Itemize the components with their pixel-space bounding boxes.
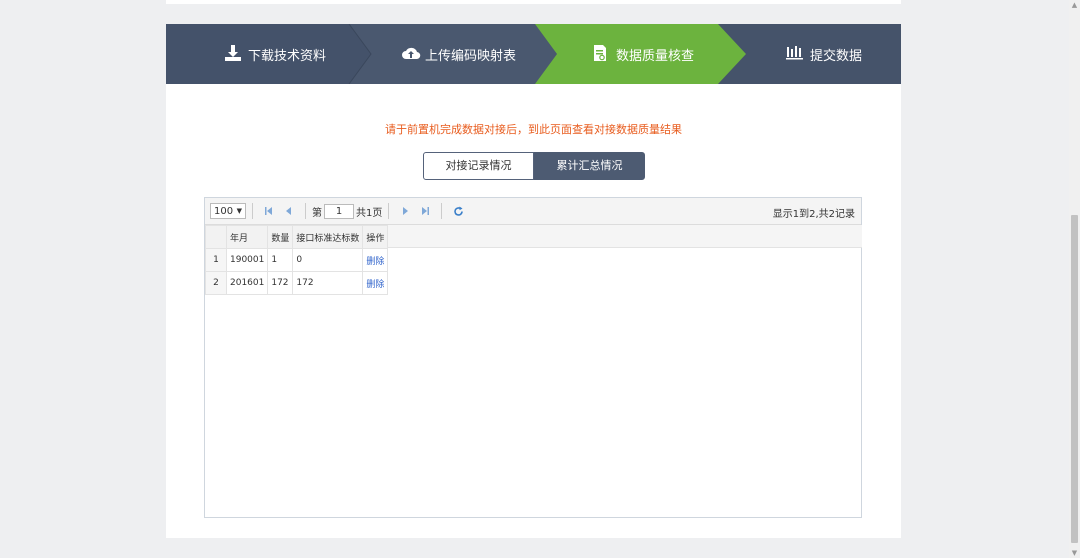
document-check-icon — [592, 44, 612, 64]
refresh-icon[interactable] — [450, 203, 466, 219]
row-number: 2 — [205, 271, 227, 295]
toolbar-divider — [441, 203, 443, 219]
bar-chart-icon — [786, 44, 806, 64]
page-label: 第 — [312, 207, 322, 219]
step-label: 数据质量核查 — [616, 48, 695, 64]
cell-month: 190001 — [225, 248, 269, 272]
table-header-row: 年月 数量 接口标准达标数 操作 — [205, 225, 389, 249]
step-progress-bar: 下载技术资料 上传编码映射表 数据质量核查 提交数据 — [166, 24, 901, 84]
step-quality-check[interactable]: 数据质量核查 — [592, 24, 694, 84]
chevron-down-icon: ▼ — [236, 207, 242, 215]
main-panel: 下载技术资料 上传编码映射表 数据质量核查 提交数据 请于前置机完成数据对接后，… — [166, 24, 901, 538]
tab-docking-records[interactable]: 对接记录情况 — [423, 152, 534, 180]
tab-cumulative-summary[interactable]: 累计汇总情况 — [534, 152, 645, 180]
table-row: 2 201601 172 172 删除 — [205, 271, 389, 295]
toolbar-divider — [305, 203, 306, 219]
scroll-up-icon[interactable]: ▲ — [1071, 0, 1078, 10]
cell-compliant: 172 — [292, 271, 364, 295]
toolbar-divider — [388, 203, 390, 219]
delete-link[interactable]: 删除 — [366, 280, 384, 290]
step-label: 提交数据 — [810, 48, 863, 64]
data-table: 年月 数量 接口标准达标数 操作 1 190001 1 0 删除 2 20160… — [205, 225, 389, 295]
pagination-toolbar: 100 ▼ 第 1 共1页 显示1到2,共2记录 — [205, 198, 861, 225]
cell-count: 172 — [267, 271, 294, 295]
table-row: 1 190001 1 0 删除 — [205, 248, 389, 272]
cell-action: 删除 — [362, 248, 389, 272]
step-submit-data[interactable]: 提交数据 — [786, 24, 862, 84]
first-page-icon[interactable] — [261, 203, 277, 219]
row-number-header — [205, 225, 227, 249]
page-number-input[interactable]: 1 — [324, 203, 354, 219]
total-pages-label: 共1页 — [356, 207, 383, 219]
scrollbar-thumb[interactable] — [1071, 215, 1078, 543]
page-scrollbar[interactable]: ▲ ▼ — [1069, 0, 1080, 558]
cell-compliant: 0 — [292, 248, 364, 272]
column-header-month: 年月 — [225, 225, 269, 249]
notice-text: 请于前置机完成数据对接后，到此页面查看对接数据质量结果 — [385, 123, 682, 136]
step-download-docs[interactable]: 下载技术资料 — [224, 24, 326, 84]
cell-count: 1 — [267, 248, 294, 272]
view-tabs: 对接记录情况 累计汇总情况 — [423, 152, 645, 180]
column-header-action: 操作 — [362, 225, 389, 249]
cell-action: 删除 — [362, 271, 389, 295]
last-page-icon[interactable] — [417, 203, 433, 219]
data-grid: 100 ▼ 第 1 共1页 显示1到2,共2记录 年月 数量 接口标准达标数 操… — [204, 197, 862, 518]
delete-link[interactable]: 删除 — [366, 257, 384, 267]
column-header-count: 数量 — [267, 225, 294, 249]
prev-page-icon[interactable] — [281, 203, 297, 219]
page-size-value: 100 — [214, 205, 234, 217]
page-size-select[interactable]: 100 ▼ — [210, 203, 246, 219]
cloud-upload-icon — [401, 44, 421, 64]
scroll-down-icon[interactable]: ▼ — [1071, 548, 1078, 558]
header-fill — [386, 225, 862, 248]
row-number: 1 — [205, 248, 227, 272]
cell-month: 201601 — [225, 271, 269, 295]
step-label: 上传编码映射表 — [425, 48, 517, 64]
download-icon — [224, 44, 244, 64]
record-info: 显示1到2,共2记录 — [772, 209, 855, 220]
step-label: 下载技术资料 — [248, 48, 327, 64]
toolbar-divider — [252, 203, 253, 219]
top-card-edge — [166, 0, 901, 4]
next-page-icon[interactable] — [397, 203, 413, 219]
column-header-compliant: 接口标准达标数 — [292, 225, 364, 249]
step-upload-mapping[interactable]: 上传编码映射表 — [401, 24, 516, 84]
